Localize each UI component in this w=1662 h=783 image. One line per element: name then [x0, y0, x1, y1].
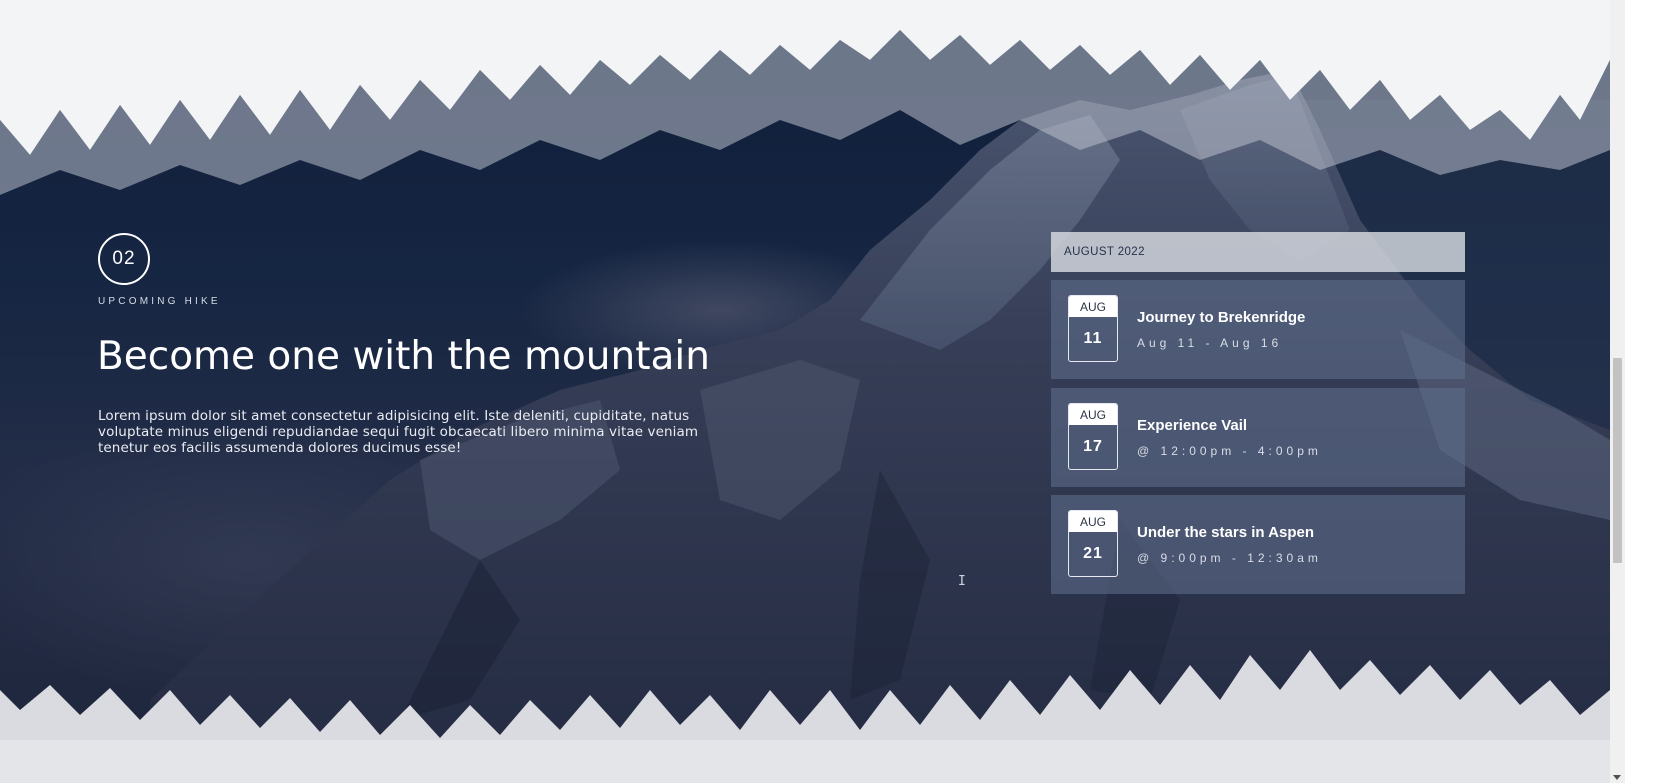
scrollbar-thumb[interactable]	[1613, 358, 1622, 563]
events-month-header: AUGUST 2022	[1051, 232, 1465, 272]
upcoming-hike-label: UPCOMING HIKE	[98, 296, 221, 307]
event-month: AUG	[1069, 296, 1117, 317]
event-title[interactable]: Experience Vail	[1137, 417, 1247, 434]
page-scrollbar[interactable]	[1610, 0, 1625, 783]
text-cursor-icon: I	[958, 574, 966, 589]
scroll-down-arrow-icon[interactable]	[1613, 775, 1621, 780]
event-title[interactable]: Under the stars in Aspen	[1137, 524, 1314, 541]
event-time: Aug 11 - Aug 16	[1137, 336, 1283, 350]
event-time: @ 12:00pm - 4:00pm	[1137, 444, 1322, 458]
event-month: AUG	[1069, 404, 1117, 425]
event-day: 21	[1083, 544, 1103, 562]
hero-title: Become one with the mountain	[97, 334, 710, 379]
month-label: AUGUST 2022	[1064, 246, 1145, 258]
event-day: 11	[1083, 329, 1103, 347]
event-card[interactable]: AUG 11 Journey to Brekenridge Aug 11 - A…	[1051, 280, 1465, 379]
window-edge	[1625, 0, 1662, 783]
event-date-box: AUG 11	[1068, 295, 1118, 362]
event-time: @ 9:00pm - 12:30am	[1137, 551, 1322, 565]
hero-description: Lorem ipsum dolor sit amet consectetur a…	[98, 408, 699, 456]
event-title[interactable]: Journey to Brekenridge	[1137, 309, 1305, 326]
event-day: 17	[1083, 437, 1103, 455]
event-date-box: AUG 17	[1068, 403, 1118, 470]
event-date-box: AUG 21	[1068, 510, 1118, 577]
event-card[interactable]: AUG 17 Experience Vail @ 12:00pm - 4:00p…	[1051, 388, 1465, 487]
event-card[interactable]: AUG 21 Under the stars in Aspen @ 9:00pm…	[1051, 495, 1465, 594]
hike-number-badge: 02	[98, 233, 150, 285]
event-month: AUG	[1069, 511, 1117, 532]
